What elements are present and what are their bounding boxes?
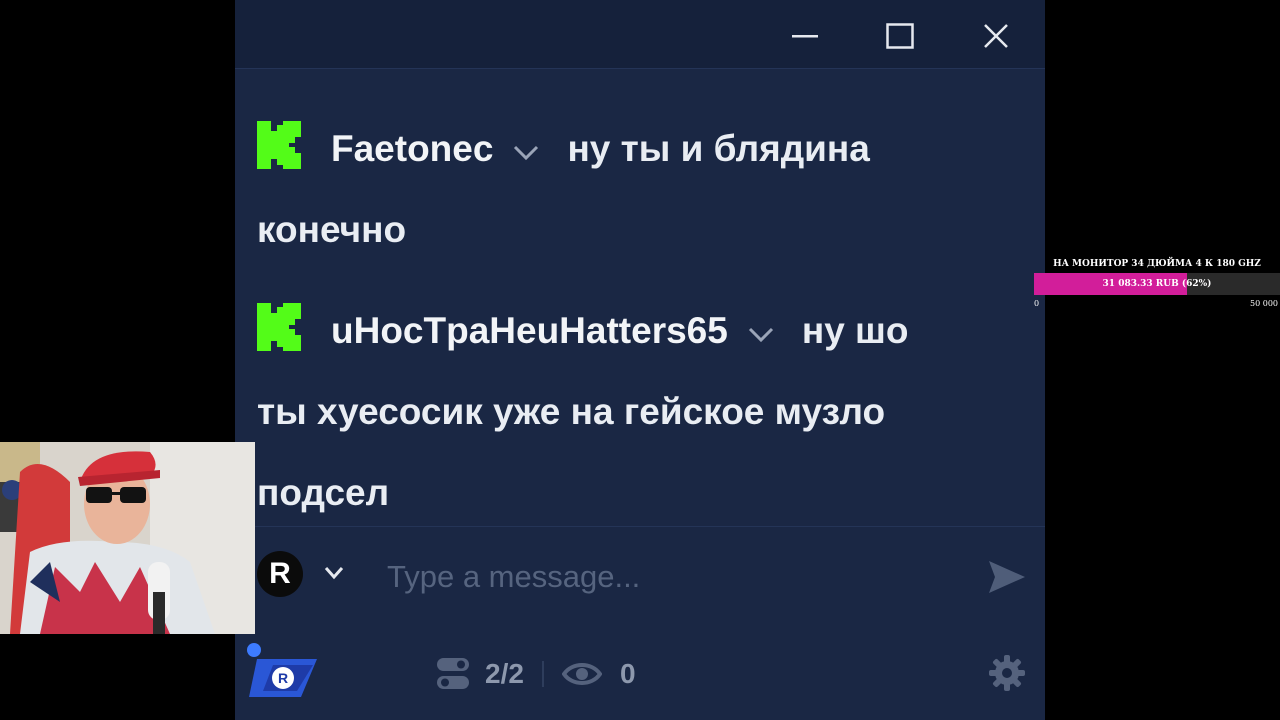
maximize-icon [886, 23, 914, 49]
goal-min-label: 0 [1034, 299, 1040, 308]
send-icon[interactable] [987, 559, 1027, 595]
kick-logo-icon [257, 121, 301, 169]
kick-logo-icon [257, 303, 301, 351]
chat-message: Faetonec ну ты и блядина конечно [257, 108, 957, 270]
message-composer: R [235, 526, 1045, 628]
gear-icon[interactable] [987, 653, 1027, 693]
chat-message-text-continued: конечно [257, 209, 407, 250]
chat-message: uHocTpaHeuHatters65 ну шо ты хуесосик уже… [257, 290, 957, 526]
stats-group: 2/2 0 [435, 653, 636, 695]
chat-username[interactable]: Faetonec [331, 128, 493, 169]
goal-progress-bar: 31 083.33 RUB (62%) [1034, 273, 1280, 295]
account-avatar[interactable]: R [257, 551, 303, 597]
message-input[interactable] [385, 553, 969, 601]
close-button[interactable] [974, 14, 1018, 58]
eye-icon [561, 663, 602, 685]
divider [541, 661, 544, 687]
chat-window: Faetonec ну ты и блядина конечно uHocTpaH… [235, 0, 1045, 720]
chat-message-text-continued: ты хуесосик уже на гейское музло [257, 391, 886, 432]
minimize-button[interactable] [783, 14, 827, 58]
goal-amount-label: 31 083.33 RUB (62%) [1102, 279, 1212, 289]
chevron-down-icon[interactable] [511, 141, 541, 163]
donation-goal: НА МОНИТОР 34 ДЮЙМА 4 К 180 GHZ 31 083.3… [1034, 256, 1280, 316]
close-icon [984, 24, 1008, 48]
chevron-down-icon[interactable] [323, 565, 345, 581]
connections-icon[interactable] [435, 656, 471, 692]
minimize-icon [792, 35, 818, 38]
app-logo-letter: R [278, 670, 288, 686]
webcam-feed [0, 442, 255, 634]
chat-username[interactable]: uHocTpaHeuHatters65 [331, 310, 728, 351]
footer-bar: R 2/2 0 [235, 627, 1045, 720]
webcam-image [0, 442, 255, 634]
chat-message-text: ну ты и блядина [567, 128, 870, 169]
maximize-button[interactable] [878, 14, 922, 58]
app-logo-icon[interactable]: R [243, 641, 321, 699]
goal-max-label: 50 000 [1250, 299, 1278, 308]
chat-message-text: ну шо [801, 310, 909, 351]
title-bar [235, 0, 1045, 69]
chat-messages: Faetonec ну ты и блядина конечно uHocTpaH… [235, 70, 1045, 526]
chat-message-text-continued: подсел [257, 472, 390, 513]
viewer-count: 0 [619, 658, 636, 689]
goal-title: НА МОНИТОР 34 ДЮЙМА 4 К 180 GHZ [1053, 259, 1261, 269]
chevron-down-icon[interactable] [746, 323, 776, 345]
connections-count: 2/2 [485, 658, 524, 689]
